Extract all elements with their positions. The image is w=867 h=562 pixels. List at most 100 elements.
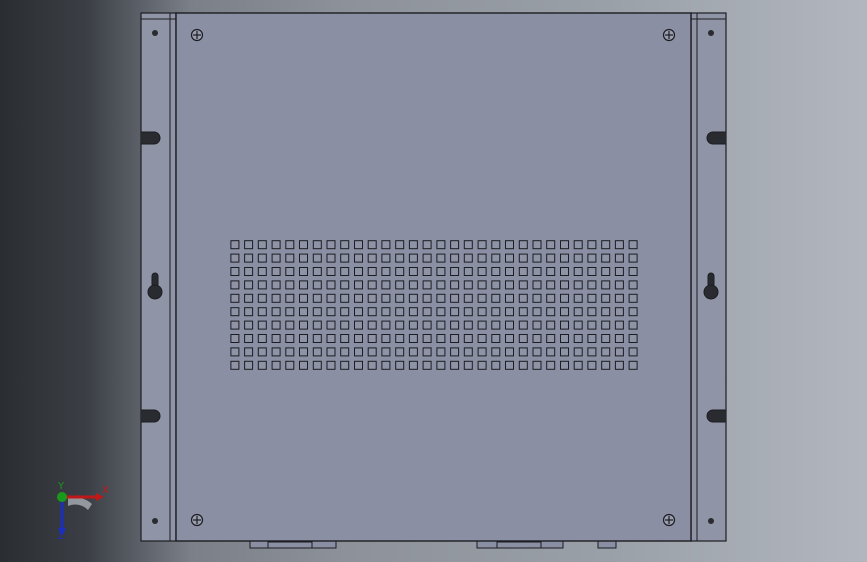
vent-slot	[546, 360, 556, 370]
vent-slot	[326, 307, 336, 317]
vent-slot	[408, 360, 418, 370]
vent-slot	[518, 267, 528, 276]
vent-slot	[257, 360, 267, 370]
vent-slot	[573, 334, 583, 343]
vent-slot	[271, 240, 281, 250]
vent-slot	[367, 360, 377, 370]
vent-slot	[367, 267, 377, 276]
vent-slot	[271, 253, 281, 263]
vent-slot	[560, 320, 569, 330]
vent-slot	[244, 267, 254, 276]
vent-slot	[395, 360, 405, 370]
enclosure-model[interactable]	[0, 0, 867, 562]
vent-slot	[477, 360, 487, 370]
vent-slot	[614, 347, 624, 357]
x-axis-label: X	[102, 485, 109, 496]
vent-slot	[573, 240, 583, 250]
vent-slot	[463, 360, 473, 370]
vent-slot	[614, 320, 624, 330]
vent-slot	[436, 334, 446, 343]
vent-slot	[340, 320, 350, 330]
vent-slot	[367, 253, 377, 263]
vent-slot	[257, 347, 267, 357]
vent-slot	[532, 253, 542, 263]
vent-slot	[395, 320, 405, 330]
vent-slot	[587, 240, 597, 250]
vent-slot	[573, 307, 583, 317]
vent-slot	[477, 347, 487, 357]
vent-slot	[573, 347, 583, 357]
vent-slot	[587, 293, 597, 303]
vent-slot	[614, 360, 624, 370]
vent-slot	[505, 307, 514, 317]
vent-slot	[463, 240, 473, 250]
vent-slot	[312, 360, 322, 370]
vent-slot	[463, 293, 473, 303]
vent-slot	[450, 253, 460, 263]
vent-slot	[271, 320, 281, 330]
vent-slot	[491, 240, 501, 250]
vent-slot	[395, 334, 405, 343]
vent-slot	[601, 293, 611, 303]
vent-slot	[532, 307, 542, 317]
vent-slot	[285, 307, 295, 317]
graphics-viewport[interactable]: X Y Z	[0, 0, 867, 562]
vent-slot	[477, 253, 487, 263]
vent-slot	[450, 240, 460, 250]
vent-slot	[532, 293, 542, 303]
vent-slot	[546, 347, 556, 357]
vent-slot	[436, 240, 446, 250]
vent-slot	[491, 280, 501, 290]
vent-slot	[244, 347, 254, 357]
vent-slot	[422, 240, 432, 250]
vent-slot	[587, 347, 597, 357]
vent-slot	[367, 334, 377, 343]
vent-slot	[422, 293, 432, 303]
vent-slot	[505, 240, 514, 250]
vent-slot	[518, 320, 528, 330]
vent-slot	[587, 320, 597, 330]
vent-slot	[285, 280, 295, 290]
vent-slot	[408, 253, 418, 263]
vent-slot	[628, 307, 638, 317]
vent-slot	[244, 360, 254, 370]
vent-slot	[395, 280, 405, 290]
vent-slot	[326, 334, 336, 343]
vent-slot	[354, 360, 363, 370]
vent-slot	[518, 253, 528, 263]
vent-slot	[326, 320, 336, 330]
vent-slot	[560, 280, 569, 290]
vent-slot	[230, 280, 240, 290]
vent-slot	[601, 253, 611, 263]
vent-slot	[408, 240, 418, 250]
vent-slot	[560, 334, 569, 343]
vent-slot	[491, 267, 501, 276]
vent-slot	[628, 267, 638, 276]
vent-slot	[367, 320, 377, 330]
vent-slot	[367, 293, 377, 303]
vent-slot	[244, 280, 254, 290]
vent-slot	[450, 360, 460, 370]
vent-slot	[560, 360, 569, 370]
vent-slot	[312, 320, 322, 330]
vent-slot	[587, 307, 597, 317]
vent-slot	[463, 347, 473, 357]
vent-slot	[299, 347, 308, 357]
vent-slot	[601, 307, 611, 317]
left-flange-slot-bottom	[141, 409, 161, 423]
vent-slot	[312, 334, 322, 343]
z-axis-label: Z	[58, 531, 65, 542]
screw-bottom-right	[662, 513, 676, 527]
vent-slot	[518, 293, 528, 303]
vent-slot	[614, 240, 624, 250]
vent-slot	[463, 253, 473, 263]
vent-slot	[573, 360, 583, 370]
vent-slot	[395, 347, 405, 357]
vent-slot	[422, 347, 432, 357]
vent-slot	[367, 307, 377, 317]
y-axis-dot	[57, 492, 67, 502]
vent-slot	[285, 267, 295, 276]
top-panel	[175, 12, 692, 542]
vent-slot	[463, 280, 473, 290]
vent-slot	[257, 334, 267, 343]
